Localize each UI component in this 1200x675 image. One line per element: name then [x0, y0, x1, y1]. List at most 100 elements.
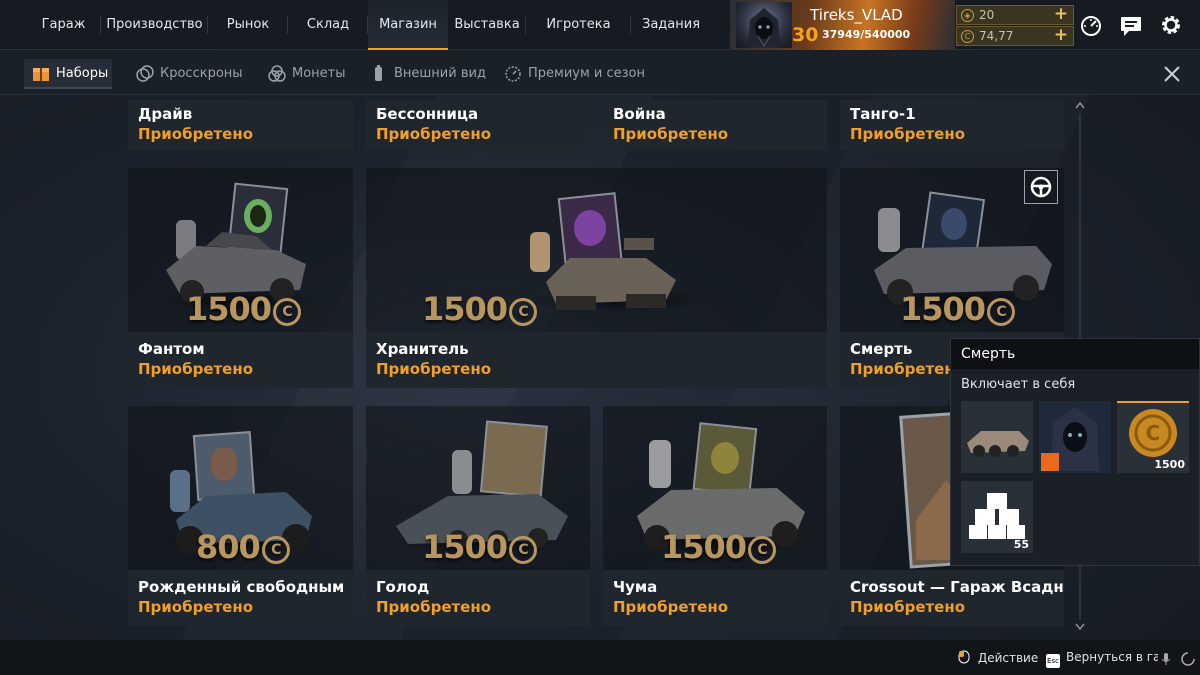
scroll-up-icon[interactable]: [1075, 101, 1085, 109]
bundle-art: 1500 C: [128, 168, 353, 332]
close-icon[interactable]: [1160, 62, 1184, 86]
card-title: Бессонница: [376, 105, 479, 123]
avatar: [736, 2, 792, 48]
card-status: Приобретено: [376, 125, 492, 143]
bundle-art: 800 C: [128, 406, 353, 570]
item-count: 1500: [1154, 458, 1185, 471]
settings-gear-icon[interactable]: [1158, 12, 1184, 38]
bundle-card[interactable]: Танго-1 Приобретено: [840, 100, 1064, 150]
back-label: Вернуться в гар: [1066, 650, 1158, 664]
bundle-card-hunger[interactable]: 1500 C Голод Приобретено: [366, 406, 590, 626]
card-status: Приобретено: [376, 598, 492, 616]
coin-icon: C: [509, 536, 538, 564]
card-title: Смерть: [850, 340, 913, 358]
nav-label: Склад: [306, 17, 350, 32]
add-coins-button[interactable]: +: [1051, 27, 1071, 44]
nav-storage[interactable]: Склад: [288, 0, 368, 50]
bundle-art: 1500 C: [366, 168, 827, 332]
tab-crosscrowns[interactable]: Кросскроны: [128, 59, 248, 89]
price-value: 800: [196, 528, 261, 566]
tab-appearance[interactable]: Внешний вид: [362, 59, 486, 89]
price-value: 1500: [900, 290, 986, 328]
bundle-card[interactable]: Драйв Приобретено: [128, 100, 353, 150]
mouse-icon: [958, 650, 970, 664]
tab-coins[interactable]: Монеты: [260, 59, 352, 89]
card-title: Война: [613, 105, 666, 123]
tab-label: Кросскроны: [160, 66, 243, 81]
crosscrown-icon: ◈: [961, 9, 974, 22]
premium-value: 20: [979, 8, 995, 22]
tab-label: Наборы: [56, 66, 109, 81]
price-value: 1500: [422, 290, 508, 328]
nav-production[interactable]: Производство: [101, 0, 208, 50]
action-label: Действие: [977, 651, 1039, 665]
tooltip-title: Смерть: [951, 339, 1199, 369]
card-status: Приобретено: [850, 598, 966, 616]
bundle-card-keeper[interactable]: 1500 C Хранитель Приобретено: [366, 168, 827, 388]
bundle-card[interactable]: Бессонница Приобретено: [366, 100, 590, 150]
profile-panel[interactable]: 30 Tireks_VLAD 37949/540000: [730, 0, 955, 50]
price-value: 1500: [422, 528, 508, 566]
premium-icon: [505, 66, 521, 82]
nav-label: Игротека: [546, 17, 611, 32]
coin-icon: C: [748, 536, 777, 564]
chat-icon[interactable]: [1118, 12, 1144, 38]
steering-wheel-icon: [1030, 176, 1052, 198]
svg-text:C: C: [1146, 421, 1161, 445]
card-title: Чума: [613, 578, 658, 596]
nav-shop[interactable]: Магазин: [368, 0, 448, 50]
vehicle-bundle-image: [530, 192, 676, 310]
loading-icon: [1181, 652, 1195, 666]
card-status: Приобретено: [613, 598, 729, 616]
top-bar: Гараж Производство Рынок Склад Магазин В…: [0, 0, 1200, 50]
price-value: 1500: [661, 528, 747, 566]
vehicle-icon: [967, 431, 1029, 457]
included-vehicle: [961, 401, 1033, 473]
back-hint[interactable]: Esc Вернуться в гар: [1046, 650, 1158, 668]
bundle-card[interactable]: Война Приобретено: [603, 100, 827, 150]
nav-label: Гараж: [41, 17, 86, 32]
coin-icon: C: [1129, 409, 1177, 457]
nav-garage[interactable]: Гараж: [26, 0, 101, 50]
scroll-down-icon[interactable]: [1075, 623, 1085, 631]
steering-wheel-button[interactable]: [1024, 170, 1058, 204]
microphone-icon[interactable]: [1160, 652, 1172, 666]
coins-icon: [268, 65, 286, 82]
price-value: 1500: [186, 290, 272, 328]
nav-label: Выставка: [454, 17, 520, 32]
action-hint[interactable]: Действие: [958, 650, 1038, 665]
tab-premium-season[interactable]: Премиум и сезон: [496, 59, 648, 89]
card-title: Crossout — Гараж Всадников: [850, 578, 1064, 596]
item-count: 55: [1013, 538, 1029, 551]
nav-label: Задания: [641, 17, 701, 32]
nav-tasks[interactable]: Задания: [631, 0, 711, 50]
nav-label: Магазин: [379, 17, 437, 32]
esc-key-icon: Esc: [1046, 654, 1060, 668]
coin-icon: C: [509, 298, 538, 326]
username: Tireks_VLAD: [810, 6, 903, 24]
coins-value: 74,77: [979, 29, 1014, 43]
bundle-card-phantom[interactable]: 1500 C Фантом Приобретено: [128, 168, 353, 388]
bundle-price: 800 C: [196, 528, 290, 566]
nav-label: Рынок: [226, 17, 270, 32]
coin-currency: C 74,77 +: [956, 26, 1074, 46]
coin-icon: C: [273, 298, 302, 326]
tab-label: Внешний вид: [394, 66, 486, 81]
main-nav: Гараж Производство Рынок Склад Магазин В…: [26, 0, 711, 50]
bundle-art: 1500 C: [366, 406, 590, 570]
bundle-card-plague[interactable]: 1500 C Чума Приобретено: [603, 406, 827, 626]
card-title: Драйв: [138, 105, 193, 123]
add-premium-button[interactable]: +: [1051, 6, 1071, 23]
nav-exhibition[interactable]: Выставка: [448, 0, 526, 50]
paint-icon: [375, 65, 382, 81]
player-level: 30: [792, 24, 819, 46]
tab-bundles[interactable]: Наборы: [24, 59, 112, 89]
speedometer-icon[interactable]: [1078, 12, 1104, 38]
bundle-card-born-free[interactable]: 800 C Рожденный свободным Приобретено: [128, 406, 353, 626]
category-tabs: Наборы Кросскроны Монеты Внешний вид Пре…: [0, 51, 1200, 95]
bundle-price: 1500 C: [661, 528, 777, 566]
card-status: Приобретено: [850, 125, 966, 143]
experience-counter: 37949/540000: [822, 28, 911, 41]
nav-game-hub[interactable]: Игротека: [526, 0, 631, 50]
nav-market[interactable]: Рынок: [208, 0, 288, 50]
